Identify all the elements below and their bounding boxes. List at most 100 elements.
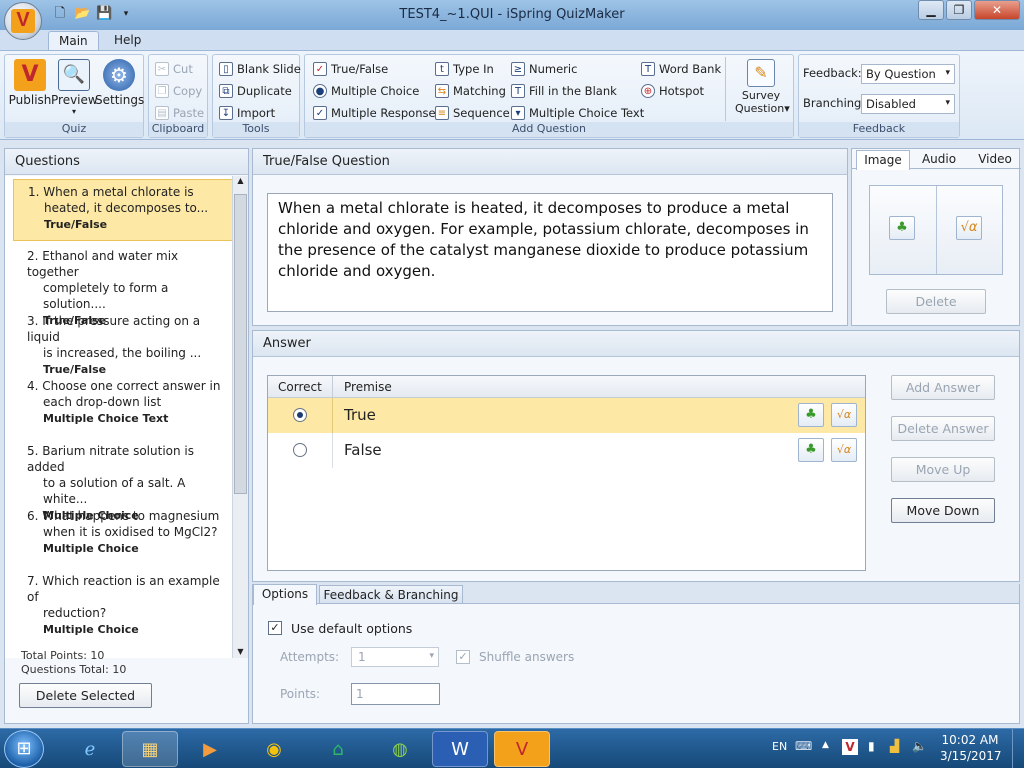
media-player-icon[interactable]: ▶	[182, 731, 238, 767]
answer-row[interactable]: True ♣ √α	[268, 398, 865, 433]
add-fill-blank-button[interactable]: T Fill in the Blank	[511, 81, 617, 101]
file-explorer-icon[interactable]: ▦	[122, 731, 178, 767]
answer-image-icon[interactable]: ♣	[798, 403, 824, 427]
media-delete-button[interactable]: Delete	[886, 289, 986, 314]
internet-explorer-icon[interactable]: ℯ	[62, 731, 118, 767]
add-numeric-button[interactable]: ≥ Numeric	[511, 59, 577, 79]
question-item[interactable]: 2. Ethanol and water mix together comple…	[13, 244, 234, 327]
add-true-false-button[interactable]: ✓ True/False	[313, 59, 388, 79]
battery-icon[interactable]: ▮	[868, 739, 875, 753]
branching-value: Disabled	[866, 97, 916, 111]
feedback-combo[interactable]: By Question ▾	[861, 64, 955, 84]
add-hotspot-button[interactable]: ⊕ Hotspot	[641, 81, 704, 101]
shuffle-checkbox[interactable]: ✓	[456, 650, 470, 664]
answer-formula-icon[interactable]: √α	[831, 403, 857, 427]
question-number: 4.	[27, 379, 39, 393]
tab-help[interactable]: Help	[104, 31, 151, 51]
add-multiple-response-button[interactable]: ✓ Multiple Response	[313, 103, 436, 123]
tab-image[interactable]: Image	[856, 150, 910, 170]
question-list-scrollbar[interactable]: ▲ ▼	[232, 176, 248, 658]
start-button[interactable]: ⊞	[4, 730, 44, 768]
tab-feedback-branching[interactable]: Feedback & Branching	[319, 585, 463, 604]
app-green-icon[interactable]: ◍	[372, 731, 428, 767]
preview-button[interactable]: 🔍 Preview ▾	[51, 59, 98, 116]
survey-question-button[interactable]: ✎ Survey Question▾	[735, 59, 790, 115]
question-item[interactable]: 3. If the pressure acting on a liquid is…	[13, 309, 234, 376]
answer-formula-icon[interactable]: √α	[831, 438, 857, 462]
points-input[interactable]: 1	[351, 683, 440, 705]
clock-time[interactable]: 10:02 AM	[940, 733, 1000, 747]
quizmaker-window: 🗋 📂 💾 ▾ TEST4_~1.QUI - iSpring QuizMaker…	[0, 0, 1024, 768]
import-icon: ↧	[219, 106, 233, 120]
app-menu-button[interactable]: V	[4, 2, 42, 40]
settings-button[interactable]: ⚙ Settings	[95, 59, 145, 107]
quizmaker-taskbar-icon[interactable]: V	[494, 731, 550, 767]
network-icon[interactable]: ▟	[890, 739, 899, 753]
answer-text[interactable]: True	[344, 406, 376, 424]
add-mc-text-button[interactable]: ▾ Multiple Choice Text	[511, 103, 644, 123]
use-default-checkbox[interactable]: ✓	[268, 621, 282, 635]
language-indicator[interactable]: EN	[772, 740, 787, 753]
restore-button[interactable]: ❐	[946, 0, 972, 20]
clipboard-group: ✂ Cut ❐ Copy ▤ Paste Clipboard	[148, 54, 208, 138]
clock-date[interactable]: 3/15/2017	[940, 749, 1002, 763]
word-icon[interactable]: W	[432, 731, 488, 767]
delete-selected-button[interactable]: Delete Selected	[19, 683, 152, 708]
add-word-bank-button[interactable]: T Word Bank	[641, 59, 721, 79]
scroll-up-icon[interactable]: ▲	[233, 176, 248, 185]
minimize-button[interactable]: ▁	[918, 0, 944, 20]
feedback-dropdown-icon: ▾	[945, 68, 950, 78]
import-button[interactable]: ↧ Import	[219, 103, 275, 123]
question-item[interactable]: 1. When a metal chlorate is heated, it d…	[13, 179, 234, 241]
question-line1: 7. Which reaction is an example of	[27, 573, 226, 605]
question-item[interactable]: 5. Barium nitrate solution is added to a…	[13, 439, 234, 522]
chrome-icon[interactable]: ◉	[246, 731, 302, 767]
answer-image-icon[interactable]: ♣	[798, 438, 824, 462]
question-text-field[interactable]: When a metal chlorate is heated, it deco…	[267, 193, 833, 312]
insert-image-icon[interactable]: ♣	[889, 216, 915, 240]
copy-button[interactable]: ❐ Copy	[155, 81, 202, 101]
tab-options[interactable]: Options	[253, 584, 317, 605]
move-down-button[interactable]: Move Down	[891, 498, 995, 523]
tab-main[interactable]: Main	[48, 31, 99, 51]
correct-radio[interactable]	[293, 443, 307, 457]
question-item[interactable]: 4. Choose one correct answer in each dro…	[13, 374, 234, 436]
volume-icon[interactable]: 🔈	[912, 739, 927, 753]
show-desktop-button[interactable]	[1012, 729, 1024, 768]
question-item[interactable]: 7. Which reaction is an example of reduc…	[13, 569, 234, 636]
paste-button[interactable]: ▤ Paste	[155, 103, 204, 123]
scroll-down-icon[interactable]: ▼	[233, 647, 248, 656]
attempts-combo[interactable]: 1 ▾	[351, 647, 439, 667]
publish-button[interactable]: V Publish	[7, 59, 53, 107]
tab-video[interactable]: Video	[970, 152, 1020, 166]
ispring-tray-icon[interactable]: V	[842, 739, 858, 755]
delete-answer-button[interactable]: Delete Answer	[891, 416, 995, 441]
attempts-dropdown-icon: ▾	[429, 651, 434, 661]
correct-radio[interactable]	[293, 408, 307, 422]
tab-audio[interactable]: Audio	[914, 152, 964, 166]
blank-slide-button[interactable]: ▯ Blank Slide	[219, 59, 301, 79]
add-sequence-button[interactable]: ≡ Sequence	[435, 103, 510, 123]
add-type-in-button[interactable]: t Type In	[435, 59, 494, 79]
branching-combo[interactable]: Disabled ▾	[861, 94, 955, 114]
add-answer-button[interactable]: Add Answer	[891, 375, 995, 400]
tray-expand-icon[interactable]: ▲	[822, 740, 829, 750]
keyboard-icon[interactable]: ⌨	[795, 739, 812, 753]
settings-label: Settings	[95, 93, 145, 107]
question-line2: heated, it decomposes to...	[44, 201, 209, 215]
answer-text[interactable]: False	[344, 441, 382, 459]
paste-label: Paste	[173, 106, 205, 120]
move-up-button[interactable]: Move Up	[891, 457, 995, 482]
cut-button[interactable]: ✂ Cut	[155, 59, 193, 79]
app-house-icon[interactable]: ⌂	[310, 731, 366, 767]
scrollbar-thumb[interactable]	[234, 194, 247, 494]
answer-row[interactable]: False ♣ √α	[268, 433, 865, 468]
question-item[interactable]: 6. What happens to magnesium when it is …	[13, 504, 234, 566]
insert-formula-icon[interactable]: √α	[956, 216, 982, 240]
question-type: Multiple Choice	[43, 542, 139, 555]
close-button[interactable]: ✕	[974, 0, 1020, 20]
duplicate-button[interactable]: ⧉ Duplicate	[219, 81, 292, 101]
add-multiple-choice-button[interactable]: ● Multiple Choice	[313, 81, 419, 101]
add-matching-button[interactable]: ⇆ Matching	[435, 81, 506, 101]
blank-slide-label: Blank Slide	[237, 62, 301, 76]
